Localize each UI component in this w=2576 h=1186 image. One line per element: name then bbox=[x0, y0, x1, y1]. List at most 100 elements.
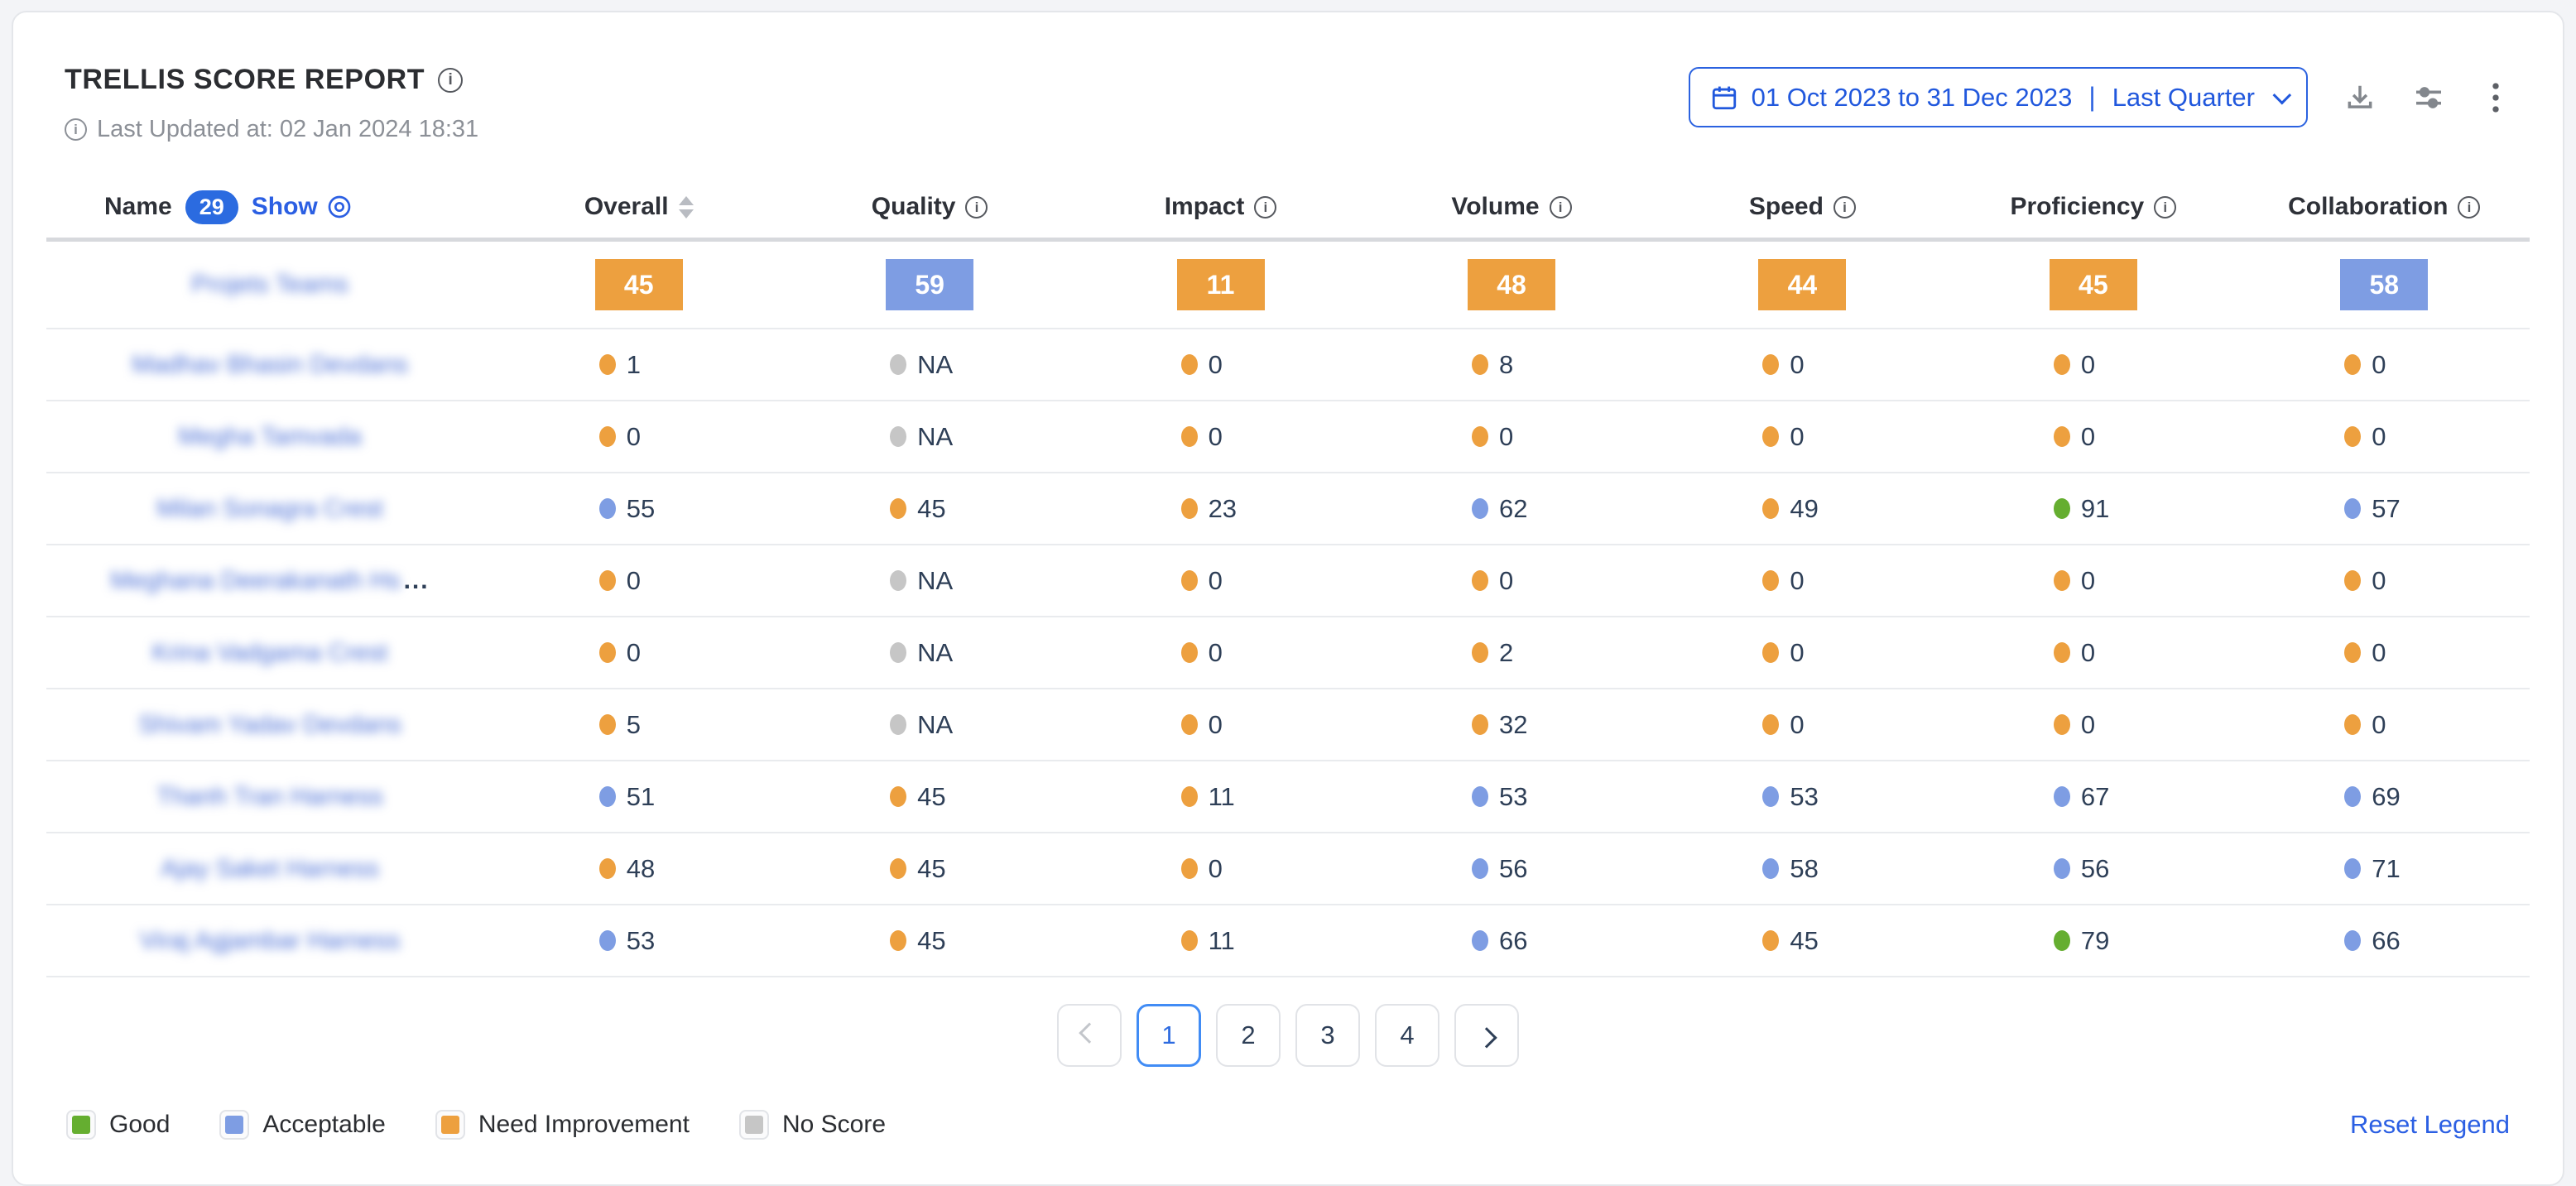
score-level-dot bbox=[599, 858, 616, 879]
score-cell: 67 bbox=[1948, 782, 2238, 812]
score-level-dot bbox=[2344, 426, 2361, 447]
score-value-group: 11 bbox=[1181, 926, 1261, 956]
score-level-dot bbox=[2344, 498, 2361, 519]
table-header-row: Name 29 Show OverallQualityiImpactiVolum… bbox=[46, 176, 2530, 238]
legend-item-good[interactable]: Good bbox=[66, 1110, 170, 1140]
row-name-link[interactable]: Viraj Agjambar Harness bbox=[46, 927, 493, 955]
column-info-icon[interactable]: i bbox=[1254, 196, 1276, 218]
score-value-group: 57 bbox=[2344, 494, 2424, 524]
score-cell: 62 bbox=[1366, 494, 1656, 524]
last-updated-info-icon: i bbox=[65, 118, 87, 141]
score-level-dot bbox=[1762, 642, 1779, 663]
date-separator: | bbox=[2085, 82, 2098, 113]
score-level-dot bbox=[2054, 354, 2070, 375]
download-button[interactable] bbox=[2344, 82, 2376, 113]
column-header-label: Volume bbox=[1451, 193, 1539, 221]
column-info-icon[interactable]: i bbox=[1550, 196, 1572, 218]
row-name-link[interactable]: Shivam Yadav Devdans bbox=[46, 711, 493, 739]
score-cell: 0 bbox=[1366, 566, 1656, 596]
score-value: 45 bbox=[917, 494, 945, 524]
score-cell: 11 bbox=[1075, 782, 1366, 812]
legend-item-need_improvement[interactable]: Need Improvement bbox=[435, 1110, 690, 1140]
score-value: NA bbox=[917, 566, 953, 596]
next-page-button[interactable] bbox=[1454, 1004, 1519, 1067]
row-name-link[interactable]: Krina Vadgama Crest bbox=[46, 639, 493, 667]
reset-legend-link[interactable]: Reset Legend bbox=[2350, 1110, 2510, 1140]
score-level-dot bbox=[1472, 426, 1488, 447]
legend-item-no_score[interactable]: No Score bbox=[739, 1110, 886, 1140]
score-value-group: 0 bbox=[2344, 638, 2424, 668]
page-button-3[interactable]: 3 bbox=[1295, 1004, 1360, 1067]
date-range-picker[interactable]: 01 Oct 2023 to 31 Dec 2023 | Last Quarte… bbox=[1689, 67, 2308, 127]
truncation-ellipsis: ... bbox=[404, 567, 430, 595]
score-level-dot bbox=[1181, 498, 1198, 519]
show-names-button[interactable]: Show bbox=[252, 193, 353, 221]
score-level-dot bbox=[890, 570, 906, 591]
score-value: 51 bbox=[627, 782, 655, 812]
table-row: Madhav Bhasin Devdans1NA08000 bbox=[46, 329, 2530, 401]
score-value: 45 bbox=[1790, 926, 1818, 956]
column-header-label: Impact bbox=[1165, 193, 1245, 221]
page-button-2[interactable]: 2 bbox=[1216, 1004, 1281, 1067]
row-name-text: Meghana Deerakanath Hs bbox=[110, 567, 400, 595]
score-cell: 0 bbox=[1657, 422, 1948, 452]
legend-label: No Score bbox=[782, 1111, 886, 1139]
chevron-left-icon bbox=[1079, 1022, 1099, 1043]
row-name-link[interactable]: Thanh Tran Harness bbox=[46, 783, 493, 811]
row-name-link[interactable]: Milan Sonagra Crest bbox=[46, 495, 493, 523]
score-value: 0 bbox=[1209, 854, 1223, 884]
score-value-group: 0 bbox=[599, 422, 679, 452]
score-level-dot bbox=[599, 498, 616, 519]
more-menu-button[interactable] bbox=[2482, 80, 2510, 115]
score-cell: 0 bbox=[493, 422, 784, 452]
title-info-icon[interactable]: i bbox=[438, 68, 463, 93]
score-level-dot bbox=[1472, 930, 1488, 951]
table-row: Krina Vadgama Crest0NA02000 bbox=[46, 617, 2530, 689]
score-value: 0 bbox=[1790, 710, 1804, 740]
score-level-dot bbox=[1181, 786, 1198, 807]
legend-swatch bbox=[745, 1116, 763, 1134]
column-info-icon[interactable]: i bbox=[965, 196, 988, 218]
prev-page-button[interactable] bbox=[1057, 1004, 1122, 1067]
score-level-dot bbox=[1181, 354, 1198, 375]
score-value: 0 bbox=[2372, 566, 2386, 596]
legend-item-acceptable[interactable]: Acceptable bbox=[219, 1110, 385, 1140]
chevron-right-icon bbox=[1476, 1027, 1497, 1048]
score-value-group: 45 bbox=[890, 782, 969, 812]
score-cell: 8 bbox=[1366, 350, 1656, 380]
score-level-dot bbox=[1472, 786, 1488, 807]
score-value-group: 71 bbox=[2344, 854, 2424, 884]
table-row: Viraj Agjambar Harness53451166457966 bbox=[46, 905, 2530, 977]
row-name-link[interactable]: Madhav Bhasin Devdans bbox=[46, 351, 493, 379]
score-value: 91 bbox=[2081, 494, 2109, 524]
score-level-dot bbox=[1181, 930, 1198, 951]
row-name-link[interactable]: Meghana Deerakanath Hs... bbox=[46, 567, 493, 595]
score-level-dot bbox=[2054, 642, 2070, 663]
table-row: Thanh Tran Harness51451153536769 bbox=[46, 761, 2530, 833]
score-value: 32 bbox=[1499, 710, 1527, 740]
score-cell: 56 bbox=[1948, 854, 2238, 884]
score-cell: NA bbox=[784, 422, 1074, 452]
score-cell: 45 bbox=[784, 494, 1074, 524]
row-name-link[interactable]: Megha Tamvada bbox=[46, 423, 493, 451]
column-info-icon[interactable]: i bbox=[2458, 196, 2480, 218]
score-value-group: 0 bbox=[1472, 566, 1551, 596]
score-value-group: 0 bbox=[2054, 350, 2133, 380]
score-cell: 53 bbox=[493, 926, 784, 956]
row-name-link[interactable]: Ajay Saket Harness bbox=[46, 855, 493, 883]
score-value: NA bbox=[917, 638, 953, 668]
row-name-text: Krina Vadgama Crest bbox=[152, 639, 388, 667]
column-settings-button[interactable] bbox=[2412, 81, 2445, 114]
page-button-1[interactable]: 1 bbox=[1137, 1004, 1201, 1067]
column-info-icon[interactable]: i bbox=[1833, 196, 1856, 218]
legend-label: Good bbox=[109, 1111, 170, 1139]
page-button-4[interactable]: 4 bbox=[1375, 1004, 1439, 1067]
score-value: 11 bbox=[1209, 926, 1235, 956]
row-name-text: Viraj Agjambar Harness bbox=[140, 927, 401, 955]
sort-toggle[interactable] bbox=[679, 196, 694, 218]
score-cell: 91 bbox=[1948, 494, 2238, 524]
score-value: 0 bbox=[2372, 350, 2386, 380]
column-info-icon[interactable]: i bbox=[2154, 196, 2176, 218]
score-value: NA bbox=[917, 710, 953, 740]
summary-name-link[interactable]: Projets Teams bbox=[46, 271, 493, 299]
